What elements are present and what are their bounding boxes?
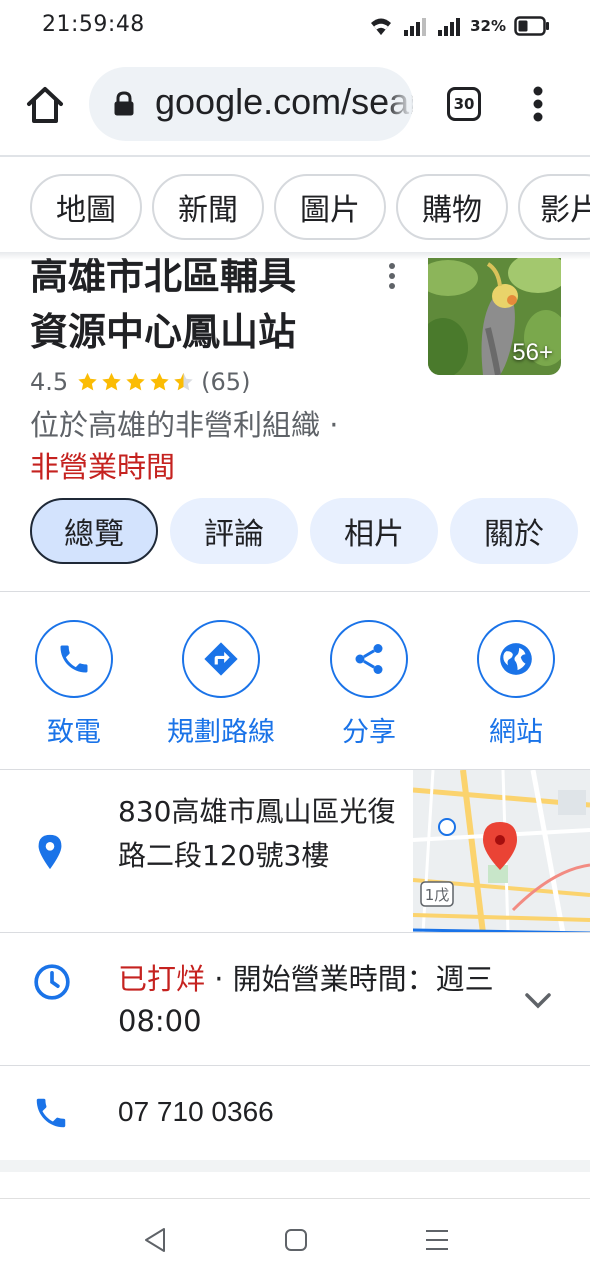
phone-number[interactable]: 07 710 0366: [118, 1096, 274, 1128]
open-status: 非營業時間: [30, 450, 176, 484]
back-icon[interactable]: [142, 1226, 168, 1254]
share-button[interactable]: 分享: [299, 620, 439, 749]
battery-percent: 32%: [470, 17, 506, 35]
hours-status: 已打烊: [118, 962, 206, 996]
location-pin-icon: [38, 834, 62, 870]
signal-2-icon: [438, 18, 461, 36]
place-title-line1: 高雄市北區輔具: [30, 258, 297, 298]
more-options-icon[interactable]: [384, 262, 400, 292]
map-route-label: 1戊: [425, 886, 450, 904]
divider: [0, 591, 590, 592]
section-separator: [0, 1160, 590, 1172]
status-icons: 32%: [368, 12, 550, 40]
map-thumbnail[interactable]: 1戊: [413, 770, 590, 933]
recents-icon[interactable]: [424, 1227, 450, 1253]
system-nav-bar: [0, 1198, 590, 1280]
address-text[interactable]: 830高雄市鳳山區光復路二段120號3樓: [118, 790, 398, 878]
rating-value: 4.5: [30, 368, 69, 396]
phone-icon: [60, 645, 88, 673]
signal-1-icon: [404, 18, 427, 36]
chip-videos[interactable]: 影片: [518, 174, 590, 240]
share-icon: [355, 644, 383, 674]
place-photo[interactable]: 56+: [428, 258, 561, 375]
tab-about[interactable]: 關於: [450, 498, 578, 564]
place-description: 位於高雄的非營利組織 · 非營業時間: [30, 404, 360, 488]
place-title: 高雄市北區輔具 資源中心鳳山站: [30, 258, 400, 360]
call-button[interactable]: 致電: [4, 620, 144, 749]
chip-shopping[interactable]: 購物: [396, 174, 508, 240]
address-bar[interactable]: google.com/search: [89, 67, 413, 141]
website-circle: [477, 620, 555, 698]
title-clip: 高雄市北區輔具 資源中心鳳山站: [0, 258, 420, 368]
photo-count: 56+: [512, 339, 553, 366]
home-icon[interactable]: [22, 82, 68, 128]
half-star-icon: [174, 372, 193, 391]
wifi-icon: [371, 18, 392, 35]
toolbar-divider: [0, 155, 590, 157]
chip-maps[interactable]: 地圖: [30, 174, 142, 240]
section-tabs: 總覽 評論 相片 關於: [30, 498, 590, 566]
directions-button[interactable]: 規劃路線: [151, 620, 291, 749]
star-icon: [126, 372, 145, 391]
browser-toolbar: google.com/search 30: [0, 62, 590, 148]
status-bar: 21:59:48 32%: [0, 0, 590, 52]
call-label: 致電: [47, 717, 101, 748]
share-circle: [330, 620, 408, 698]
category-text: 位於高雄的非營利組織 ·: [30, 408, 339, 442]
phone-icon: [36, 1098, 66, 1128]
divider: [0, 932, 590, 933]
directions-circle: [182, 620, 260, 698]
star-icon: [102, 372, 121, 391]
chevron-down-icon[interactable]: [522, 988, 554, 1012]
tab-overview[interactable]: 總覽: [30, 498, 158, 564]
status-time: 21:59:48: [42, 12, 145, 37]
globe-icon: [500, 643, 532, 675]
rating-row[interactable]: 4.5 (65): [30, 366, 250, 398]
reviews-count: (65): [201, 368, 251, 396]
directions-icon: [204, 642, 238, 676]
action-buttons: 致電 規劃路線 分享 網站: [0, 620, 590, 750]
url-fade: [385, 67, 413, 141]
divider: [0, 1065, 590, 1066]
clock-icon: [34, 964, 70, 1000]
website-label: 網站: [489, 717, 543, 748]
home-nav-icon[interactable]: [284, 1228, 308, 1252]
lock-icon: [114, 91, 134, 116]
chip-news[interactable]: 新聞: [152, 174, 264, 240]
share-label: 分享: [342, 717, 396, 748]
map-image: 1戊: [413, 770, 590, 933]
website-button[interactable]: 網站: [446, 620, 586, 749]
menu-dots-icon[interactable]: [522, 84, 554, 124]
place-title-line2: 資源中心鳳山站: [30, 310, 297, 354]
call-circle: [35, 620, 113, 698]
url-text: google.com/search: [155, 81, 413, 122]
star-icon: [78, 372, 97, 391]
star-icon: [150, 372, 169, 391]
directions-label: 規劃路線: [167, 717, 275, 748]
chip-images[interactable]: 圖片: [274, 174, 386, 240]
hours-text[interactable]: 已打烊 · 開始營業時間：週三08:00: [118, 958, 518, 1042]
battery-icon: [514, 16, 549, 36]
tab-photos[interactable]: 相片: [310, 498, 438, 564]
search-filter-chips: 地圖 新聞 圖片 購物 影片: [30, 174, 590, 242]
tab-reviews[interactable]: 評論: [170, 498, 298, 564]
tabs-icon[interactable]: 30: [447, 87, 481, 121]
star-rating: [76, 371, 195, 393]
